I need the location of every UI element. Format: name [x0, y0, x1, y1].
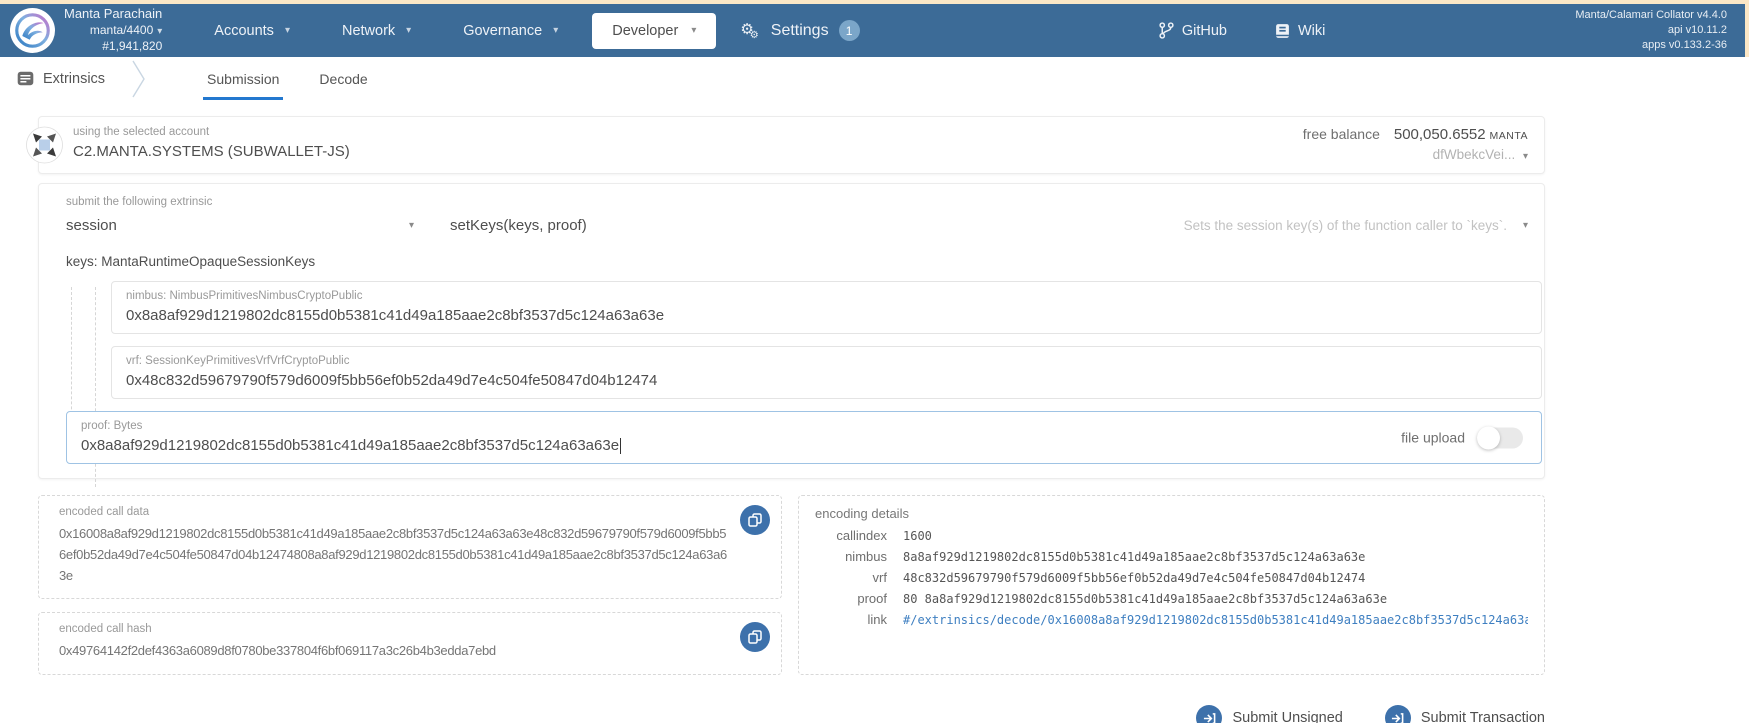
balance-value: 500,050.6552: [1393, 126, 1486, 143]
version-info: Manta/Calamari Collator v4.4.0 api v10.1…: [1575, 8, 1727, 53]
code-branch-icon: [1159, 22, 1174, 39]
block-number: #1,941,820: [102, 38, 163, 53]
vrf-field: vrf: SessionKeyPrimitivesVrfVrfCryptoPub…: [111, 346, 1542, 399]
detail-key: vrf: [872, 570, 887, 585]
extrinsic-label: submit the following extrinsic: [66, 196, 213, 208]
account-label: using the selected account: [73, 126, 210, 138]
tab-bar: Extrinsics Submission Decode: [0, 57, 1749, 100]
encoded-call-data-box: encoded call data 0x16008a8af929d1219802…: [38, 495, 782, 600]
breadcrumb-extrinsics: Extrinsics: [17, 57, 105, 100]
encoded-call-hash-box: encoded call hash 0x49764142f2def4363a60…: [38, 612, 782, 676]
detail-vrf: 48c832d59679790f579d6009f5bb56ef0b52da49…: [903, 571, 1366, 585]
method-hint: Sets the session key(s) of the function …: [1183, 218, 1507, 233]
detail-key: proof: [857, 591, 887, 606]
detail-proof: 80 8a8af929d1219802dc8155d0b5381c41d49a1…: [903, 592, 1388, 606]
submit-unsigned-button[interactable]: Submit Unsigned: [1196, 705, 1343, 723]
pallet-value: session: [66, 217, 117, 234]
call-data-label: encoded call data: [59, 506, 150, 518]
account-address-dropdown[interactable]: dfWbekcVei... ▾: [1303, 147, 1528, 162]
chevron-down-icon: ▾: [1522, 151, 1528, 162]
chevron-separator-icon: [131, 57, 147, 100]
chevron-down-icon: ▾: [691, 25, 697, 36]
detail-key: link: [867, 612, 887, 627]
chevron-down-icon: ▾: [406, 25, 412, 36]
call-hash-label: encoded call hash: [59, 623, 152, 636]
manta-logo[interactable]: [10, 8, 55, 53]
method-hint-dropdown[interactable]: Sets the session key(s) of the function …: [1184, 218, 1528, 233]
chevron-down-icon: ▾: [408, 220, 414, 231]
sign-in-icon: [1384, 705, 1411, 723]
keys-type-label: keys: MantaRuntimeOpaqueSessionKeys: [66, 254, 316, 269]
extrinsics-icon: [17, 71, 34, 86]
file-upload-label: file upload: [1401, 429, 1465, 446]
wiki-link[interactable]: Wiki: [1275, 23, 1325, 39]
menu-settings[interactable]: ⚙⚙ Settings 1: [740, 20, 860, 41]
nimbus-field: nimbus: NimbusPrimitivesNimbusCryptoPubl…: [111, 281, 1542, 334]
file-upload-toggle[interactable]: [1477, 426, 1523, 449]
chevron-down-icon: ▾: [1522, 220, 1528, 231]
gear-icon: ⚙⚙: [740, 21, 759, 41]
proof-field: proof: Bytes 0x8a8af929d1219802dc8155d0b…: [66, 411, 1542, 464]
call-hash-value: 0x49764142f2def4363a6089d8f0780be337804f…: [59, 643, 496, 659]
balance-label: free balance: [1302, 126, 1380, 142]
toggle-knob: [1477, 426, 1500, 449]
detail-key: nimbus: [845, 549, 887, 564]
menu-network[interactable]: Network ▾: [342, 23, 411, 39]
method-select[interactable]: setKeys(keys, proof): [450, 217, 587, 234]
method-value: setKeys(keys, proof): [450, 217, 587, 234]
decode-link[interactable]: #/extrinsics/decode/0x16008a8af929d12198…: [903, 613, 1528, 627]
book-icon: [1276, 23, 1289, 38]
nimbus-label: nimbus: NimbusPrimitivesNimbusCryptoPubl…: [126, 290, 363, 302]
tab-submission[interactable]: Submission: [203, 57, 283, 100]
account-identicon[interactable]: [26, 126, 63, 164]
proof-input[interactable]: 0x8a8af929d1219802dc8155d0b5381c41d49a18…: [81, 437, 1527, 454]
free-balance: free balance 500,050.6552 MANTA: [1303, 126, 1528, 143]
detail-key: callindex: [836, 528, 887, 543]
chevron-down-icon: ▾: [553, 25, 559, 36]
proof-label: proof: Bytes: [81, 420, 143, 432]
submit-transaction-button[interactable]: Submit Transaction: [1384, 705, 1545, 723]
copy-icon: [748, 513, 762, 527]
api-version: api v10.11.2: [1667, 24, 1727, 37]
copy-icon: [748, 630, 762, 645]
text-cursor: [620, 438, 622, 454]
encoding-details-label: encoding details: [815, 506, 909, 521]
chevron-down-icon: ▾: [284, 25, 290, 36]
sign-in-icon: [1196, 705, 1223, 723]
detail-nimbus: 8a8af929d1219802dc8155d0b5381c41d49a185a…: [903, 550, 1366, 564]
top-navbar: Manta Parachain manta/4400 ▾ #1,941,820 A…: [0, 4, 1749, 57]
balance-unit: MANTA: [1489, 130, 1528, 142]
detail-callindex: 1600: [903, 529, 932, 543]
chain-network: manta/4400: [89, 23, 154, 38]
vrf-input[interactable]: 0x48c832d59679790f579d6009f5bb56ef0b52da…: [126, 372, 1527, 389]
manta-logo-icon: [15, 13, 50, 48]
pallet-select[interactable]: session ▾: [66, 217, 414, 234]
nimbus-input[interactable]: 0x8a8af929d1219802dc8155d0b5381c41d49a18…: [126, 307, 1527, 324]
call-data-value: 0x16008a8af929d1219802dc8155d0b5381c41d4…: [59, 526, 727, 583]
node-version: Manta/Calamari Collator v4.4.0: [1575, 9, 1727, 22]
encoding-details-box: encoding details callindex 1600 nimbus 8…: [798, 495, 1545, 676]
address-short: dfWbekcVei...: [1432, 147, 1516, 162]
copy-call-data-button[interactable]: [740, 505, 770, 535]
vrf-label: vrf: SessionKeyPrimitivesVrfVrfCryptoPub…: [126, 355, 350, 367]
account-info[interactable]: using the selected account C2.MANTA.SYST…: [73, 126, 350, 160]
main-content: using the selected account C2.MANTA.SYST…: [0, 100, 1749, 723]
copy-call-hash-button[interactable]: [740, 622, 770, 653]
extrinsic-card: submit the following extrinsic session ▾…: [38, 183, 1545, 487]
settings-badge: 1: [838, 20, 860, 41]
menu-governance[interactable]: Governance ▾: [463, 23, 558, 39]
menu-developer[interactable]: Developer ▾: [592, 12, 717, 49]
chevron-down-icon: ▾: [157, 26, 163, 38]
account-name: C2.MANTA.SYSTEMS (SUBWALLET-JS): [73, 143, 350, 160]
apps-version: apps v0.133.2-36: [1641, 38, 1727, 51]
chain-selector[interactable]: Manta Parachain manta/4400 ▾ #1,941,820: [64, 6, 162, 54]
github-link[interactable]: GitHub: [1159, 22, 1227, 39]
chain-name: Manta Parachain: [64, 6, 163, 22]
menu-accounts[interactable]: Accounts ▾: [214, 23, 290, 39]
tab-decode[interactable]: Decode: [315, 57, 371, 100]
account-card: using the selected account C2.MANTA.SYST…: [26, 116, 1545, 174]
section-label: Extrinsics: [43, 70, 106, 87]
